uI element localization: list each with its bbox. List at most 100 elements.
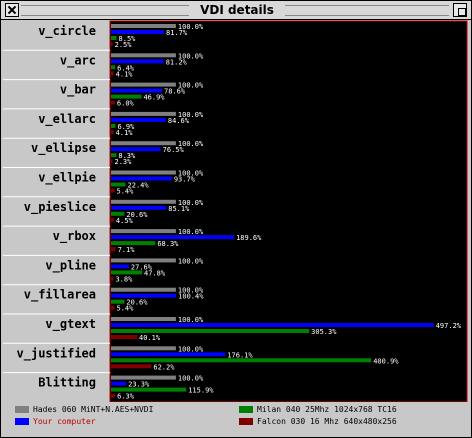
title-bar-stripes-right (285, 5, 449, 16)
bar (111, 82, 176, 87)
value-label: 78.6% (164, 88, 186, 96)
plot-background (109, 20, 468, 403)
bar (111, 71, 114, 76)
bar (111, 293, 177, 298)
bar (111, 335, 138, 339)
bar (111, 217, 114, 222)
value-label: 7.1% (118, 246, 136, 254)
value-label: 85.1% (168, 205, 190, 213)
bar (111, 111, 176, 116)
category-label: v_gtext (45, 317, 96, 332)
value-label: 68.3% (157, 240, 179, 248)
fullsize-button[interactable] (453, 3, 467, 17)
category-label: v_fillarea (24, 288, 96, 303)
bar (111, 42, 113, 46)
category-label: Blitting (38, 376, 96, 390)
bar (111, 229, 176, 234)
legend-label-milan: Milan 040 25Mhz 1024x768 TC16 (257, 405, 397, 414)
category-label: v_bar (60, 83, 96, 98)
close-button[interactable] (5, 3, 19, 17)
value-label: 2.3% (114, 158, 132, 166)
value-label: 100.0% (178, 375, 204, 383)
value-label: 176.1% (227, 351, 253, 359)
bar (111, 129, 114, 134)
vdi-bar-chart: v_circle 100.0%81.7%8.5%2.5%v_arc 100.0%81… (3, 20, 468, 403)
category-label: v_pline (45, 258, 96, 273)
bar (111, 287, 176, 292)
title-bar-stripes-left (21, 5, 189, 16)
bar (111, 188, 115, 193)
category-label: v_arc (60, 53, 96, 68)
value-label: 5.4% (117, 188, 135, 196)
value-label: 5.4% (117, 305, 135, 313)
bar (111, 299, 125, 304)
value-label: 3.8% (115, 275, 133, 283)
bar (111, 317, 176, 321)
title-bar[interactable]: VDI details (1, 1, 471, 20)
value-label: 4.5% (116, 217, 134, 225)
value-label: 62.2% (153, 363, 175, 371)
category-label: v_pieslice (24, 200, 96, 215)
value-label: 76.5% (163, 146, 185, 154)
bar (111, 305, 115, 310)
value-label: 93.7% (174, 176, 196, 184)
bar (111, 30, 165, 34)
bar (111, 117, 166, 122)
value-label: 400.9% (373, 357, 399, 365)
value-label: 4.1% (116, 129, 134, 137)
bar (111, 264, 129, 269)
bar (111, 53, 176, 58)
value-label: 84.6% (168, 117, 190, 125)
value-label: 100.4% (178, 293, 204, 301)
bar (111, 358, 372, 363)
value-label: 115.9% (188, 387, 214, 395)
bar (111, 393, 116, 398)
legend: Hades 060 MiNT+N.AES+NVDI Your computer … (3, 402, 469, 437)
bar (111, 199, 176, 204)
value-label: 23.3% (128, 381, 150, 389)
bar (111, 329, 310, 333)
bar (111, 65, 116, 70)
category-label: v_circle (38, 24, 96, 39)
value-label: 100.0% (178, 228, 204, 236)
value-label: 81.2% (166, 58, 188, 66)
bar (111, 176, 172, 181)
bar (111, 235, 235, 240)
value-label: 100.0% (178, 257, 204, 265)
value-label: 4.1% (116, 70, 134, 78)
value-label: 497.2% (436, 322, 462, 330)
bar (111, 352, 226, 357)
bar (111, 258, 176, 263)
vdi-details-window: VDI details v_circle 100.0% 81.7% 8.5% 2.5% v… (0, 0, 472, 438)
value-label: 189.6% (236, 234, 262, 242)
value-label: 6.3% (117, 393, 135, 401)
bar (111, 88, 163, 93)
value-label: 2.5% (115, 41, 133, 49)
bar (111, 205, 167, 210)
bar (111, 270, 143, 275)
value-label: 6.0% (117, 100, 135, 108)
bar (111, 211, 125, 216)
value-label: 81.7% (166, 29, 188, 37)
bar (111, 94, 142, 99)
bar (111, 170, 176, 175)
bar (111, 182, 126, 187)
bar (111, 24, 176, 28)
value-label: 47.8% (144, 269, 166, 277)
bar (111, 159, 113, 164)
legend-swatch-milan (239, 406, 253, 413)
bar (111, 147, 161, 152)
bar (111, 375, 176, 380)
legend-label-falcon: Falcon 030 16 Mhz 640x480x256 (257, 417, 397, 426)
bar (111, 241, 156, 246)
bar (111, 381, 127, 386)
bar (111, 247, 116, 252)
bar (111, 276, 114, 281)
legend-swatch-your-computer (15, 418, 29, 425)
bar (111, 364, 152, 369)
bar (111, 59, 164, 64)
chart-area: v_circle 100.0% 81.7% 8.5% 2.5% v_arc 100.0% 81… (3, 20, 469, 403)
value-label: 100.0% (178, 345, 204, 353)
bar (111, 387, 187, 392)
value-label: 305.3% (311, 328, 337, 336)
